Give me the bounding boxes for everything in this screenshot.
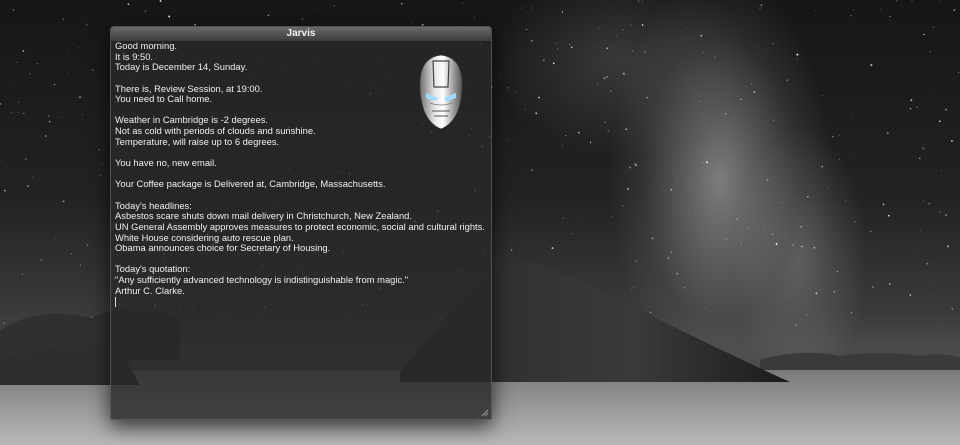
text-line: Your Coffee package is Delivered at, Cam… xyxy=(115,178,386,190)
text-line: Obama announces choice for Secretary of … xyxy=(115,242,331,254)
window-title: Jarvis xyxy=(286,28,316,39)
text-line: Good morning. xyxy=(115,40,178,51)
text-line: UN General Assembly approves measures to… xyxy=(115,220,485,232)
text-cursor xyxy=(115,297,116,308)
jarvis-window[interactable]: Jarvis Good morning. It is 9:50. Today is … xyxy=(110,26,492,420)
text-line: You have no, new email. xyxy=(115,157,217,169)
iron-man-helmet-icon xyxy=(419,54,463,130)
resize-grip-icon[interactable] xyxy=(480,408,489,417)
text-line: Temperature, will raise up to 6 degrees. xyxy=(115,135,280,147)
text-line: Arthur C. Clarke. xyxy=(115,284,185,296)
